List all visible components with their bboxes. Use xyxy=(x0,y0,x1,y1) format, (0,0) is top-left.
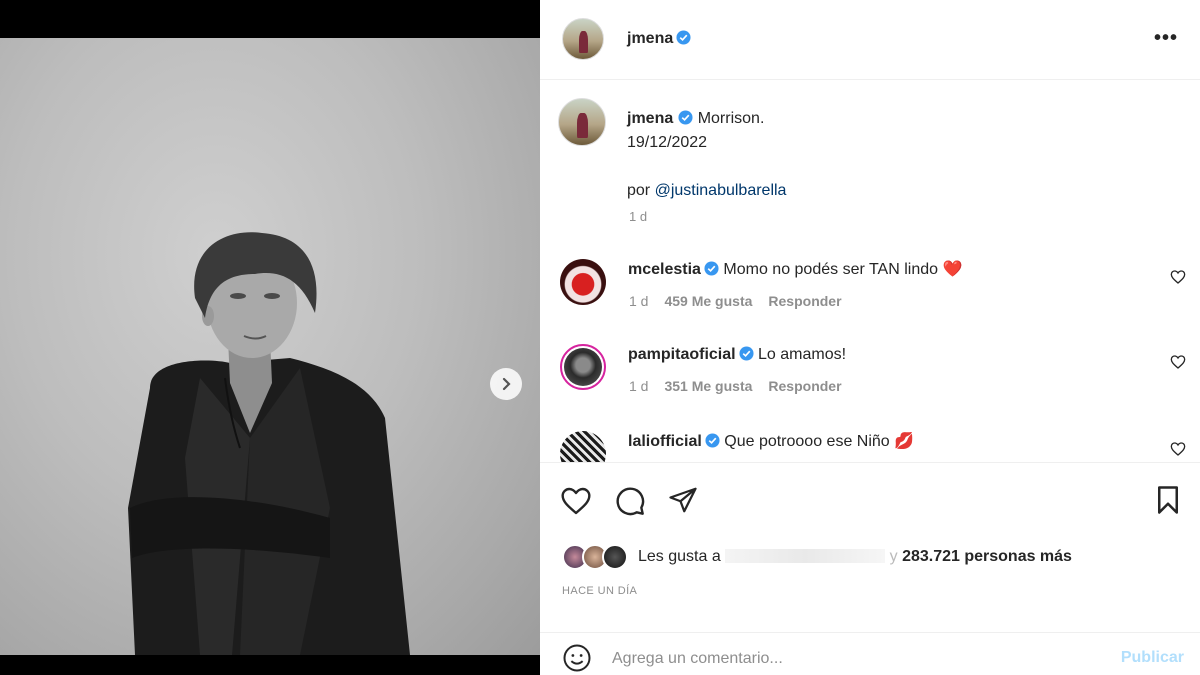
caption-mention-link[interactable]: @justinabulbarella xyxy=(655,182,787,199)
avatar-image xyxy=(564,348,602,386)
like-comment-heart-icon[interactable] xyxy=(1170,269,1186,285)
kiss-emoji: 💋 xyxy=(894,433,915,450)
comment-input[interactable] xyxy=(612,647,1052,671)
caption-username[interactable]: jmena xyxy=(627,110,673,127)
chevron-right-icon xyxy=(502,377,511,391)
more-options-icon[interactable]: ••• xyxy=(1154,28,1178,48)
reply-button[interactable]: Responder xyxy=(768,378,841,394)
verified-badge-icon xyxy=(704,261,719,276)
next-slide-button[interactable] xyxy=(490,368,522,400)
likes-summary[interactable]: Les gusta a y 283.721 personas más xyxy=(562,543,1072,571)
comment-item: mcelestia Momo no podés ser TAN lindo ❤️… xyxy=(540,259,1200,329)
liker-avatar xyxy=(602,544,628,570)
comment-time: 1 d xyxy=(629,293,649,309)
verified-badge-icon xyxy=(739,346,754,361)
post-header: jmena ••• xyxy=(540,0,1200,80)
comment-time: 1 d xyxy=(629,378,649,394)
comment-body: Que potroooo ese Niño xyxy=(724,433,895,450)
comment-item: pampitaoficial Lo amamos! 1 d 351 Me gus… xyxy=(540,344,1200,414)
comment-body: Momo no podés ser TAN lindo xyxy=(723,261,943,278)
comment-body: Lo amamos! xyxy=(758,346,847,363)
save-bookmark-icon[interactable] xyxy=(1154,485,1182,515)
likes-connector: y xyxy=(885,548,903,565)
publish-button[interactable]: Publicar xyxy=(1121,649,1184,667)
like-comment-heart-icon[interactable] xyxy=(1170,441,1186,457)
verified-badge-icon xyxy=(678,110,693,125)
emoji-icon[interactable] xyxy=(562,643,592,673)
share-paper-plane-icon[interactable] xyxy=(668,485,698,515)
caption-avatar[interactable] xyxy=(558,98,606,146)
likers-avatars xyxy=(562,544,636,570)
reply-button[interactable]: Responder xyxy=(768,293,841,309)
comment-likes-link[interactable]: 351 Me gusta xyxy=(664,378,752,394)
caption-text: jmena Morrison. 19/12/2022 por @justinab… xyxy=(627,107,1147,203)
verified-badge-icon xyxy=(705,433,720,448)
comment-text: pampitaoficial Lo amamos! xyxy=(628,344,846,366)
like-comment-heart-icon[interactable] xyxy=(1170,354,1186,370)
post-photo[interactable] xyxy=(0,38,540,655)
caption-line-1: Morrison. xyxy=(697,110,765,127)
add-comment-bar: Publicar xyxy=(540,632,1200,675)
verified-badge-icon xyxy=(676,30,691,45)
like-heart-icon[interactable] xyxy=(560,485,592,517)
commenter-avatar[interactable] xyxy=(560,344,606,390)
commenter-avatar[interactable] xyxy=(560,259,606,305)
comment-item: laliofficial Que potroooo ese Niño 💋 xyxy=(540,431,1200,462)
likes-count[interactable]: 283.721 personas más xyxy=(902,548,1072,565)
comment-meta: 1 d 459 Me gusta Responder xyxy=(629,293,842,309)
comment-meta: 1 d 351 Me gusta Responder xyxy=(629,378,842,394)
commenter-username[interactable]: pampitaoficial xyxy=(628,346,736,363)
post-time-ago[interactable]: HACE UN DÍA xyxy=(562,585,637,597)
comment-text: laliofficial Que potroooo ese Niño 💋 xyxy=(628,431,914,453)
commenter-avatar[interactable] xyxy=(560,431,606,462)
commenter-username[interactable]: mcelestia xyxy=(628,261,701,278)
author-username-text[interactable]: jmena xyxy=(627,30,673,47)
author-avatar[interactable] xyxy=(562,18,604,60)
comment-text: mcelestia Momo no podés ser TAN lindo ❤️ xyxy=(628,259,962,281)
heart-emoji: ❤️ xyxy=(942,261,963,278)
post-panel: jmena ••• jmena Morrison. 19/12/2022 por… xyxy=(540,0,1200,675)
comments-section[interactable]: jmena Morrison. 19/12/2022 por @justinab… xyxy=(540,81,1200,462)
caption-line-2: 19/12/2022 xyxy=(627,134,708,151)
likes-prefix: Les gusta a xyxy=(638,548,726,565)
portrait-image xyxy=(128,232,410,655)
comment-likes-link[interactable]: 459 Me gusta xyxy=(664,293,752,309)
post-actions: Les gusta a y 283.721 personas más HACE … xyxy=(540,462,1200,652)
caption-time: 1 d xyxy=(629,209,648,224)
commenter-username[interactable]: laliofficial xyxy=(628,433,702,450)
author-username[interactable]: jmena xyxy=(627,30,691,48)
blurred-username xyxy=(725,549,886,563)
post-media xyxy=(0,0,540,675)
comment-bubble-icon[interactable] xyxy=(614,485,646,517)
likes-text: Les gusta a y 283.721 personas más xyxy=(638,548,1072,566)
caption-credit-prefix: por xyxy=(627,182,655,199)
